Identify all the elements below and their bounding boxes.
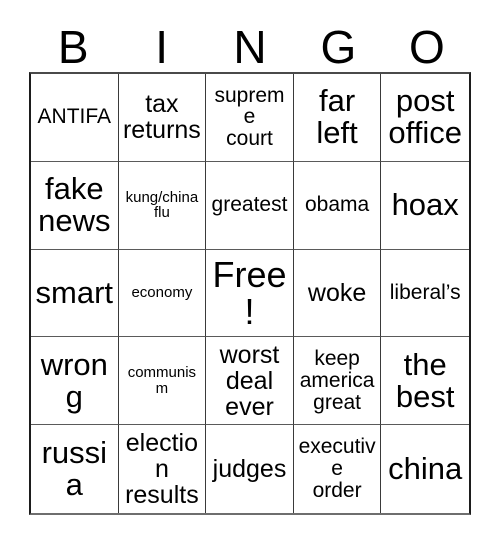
bingo-cell-label: supreme court [214,83,285,151]
bingo-cell[interactable]: worst deal ever [206,337,294,426]
bingo-cell-label: post office [388,83,462,151]
bingo-cell-label: russia [41,434,108,503]
bingo-header-letter-o: O [408,21,445,73]
bingo-cell[interactable]: smart [31,249,119,338]
bingo-cell[interactable]: fake news [31,161,119,250]
bingo-header-letter-g: G [320,21,357,73]
bingo-cell[interactable]: ANTIFA [31,74,119,162]
bingo-cell-label: economy [131,284,193,302]
bingo-cell-label: liberal’s [389,281,461,305]
bingo-header-letter-b: B [57,21,89,73]
bingo-cell[interactable]: liberal’s [381,249,469,338]
bingo-cell-label: worst deal ever [219,340,280,421]
bingo-cell[interactable]: russia [31,425,119,513]
bingo-cell-label: communism [127,364,197,397]
bingo-header-letter-n: N [233,21,267,73]
bingo-cell[interactable]: the best [381,337,469,426]
bingo-cell-label: keep america great [299,347,375,414]
bingo-cell[interactable]: kung/china flu [118,161,207,250]
bingo-cell[interactable]: election results [118,425,207,513]
bingo-cell-label: greatest [211,193,288,217]
bingo-cell-label: election results [125,429,199,510]
bingo-cell-label: fake news [38,170,111,239]
bingo-cell[interactable]: greatest [206,161,294,250]
bingo-grid: ANTIFA tax returns supreme court far lef… [29,72,471,515]
bingo-cell[interactable]: obama [293,161,382,250]
bingo-cell[interactable]: communism [118,337,207,426]
bingo-cell[interactable]: far left [293,74,382,162]
bingo-cell-label: wrong [40,346,108,414]
bingo-cell-label: china [388,450,463,486]
bingo-cell[interactable]: tax returns [118,74,207,162]
bingo-cell-label: woke [307,278,367,307]
bingo-cell[interactable]: hoax [381,161,469,250]
bingo-cell-label: executive order [298,435,376,502]
bingo-cell[interactable]: executive order [293,425,382,513]
bingo-cell-label: Free! [212,253,287,332]
bingo-cell-label: kung/china flu [125,188,199,222]
bingo-card: B I N G O ANTIFA tax returns supreme cou… [0,0,500,544]
bingo-cell-label: hoax [391,187,459,223]
bingo-cell[interactable]: economy [118,249,207,338]
bingo-cell-label: smart [35,274,114,310]
bingo-cell[interactable]: judges [206,425,294,513]
bingo-header: B I N G O [29,14,471,72]
bingo-cell-free-space[interactable]: Free! [206,249,294,338]
bingo-cell[interactable]: wrong [31,337,119,426]
bingo-cell-label: judges [212,455,287,484]
bingo-cell-label: far left [316,83,358,151]
bingo-header-letter-i: I [155,21,168,73]
bingo-cell-label: tax returns [122,90,201,145]
bingo-cell-label: the best [395,346,455,414]
bingo-cell[interactable]: keep america great [293,337,382,426]
bingo-cell[interactable]: woke [293,249,382,338]
bingo-cell[interactable]: china [381,425,469,513]
bingo-cell[interactable]: supreme court [206,74,294,162]
bingo-cell-label: ANTIFA [37,105,112,129]
bingo-cell-label: obama [304,193,370,217]
bingo-cell[interactable]: post office [381,74,469,162]
